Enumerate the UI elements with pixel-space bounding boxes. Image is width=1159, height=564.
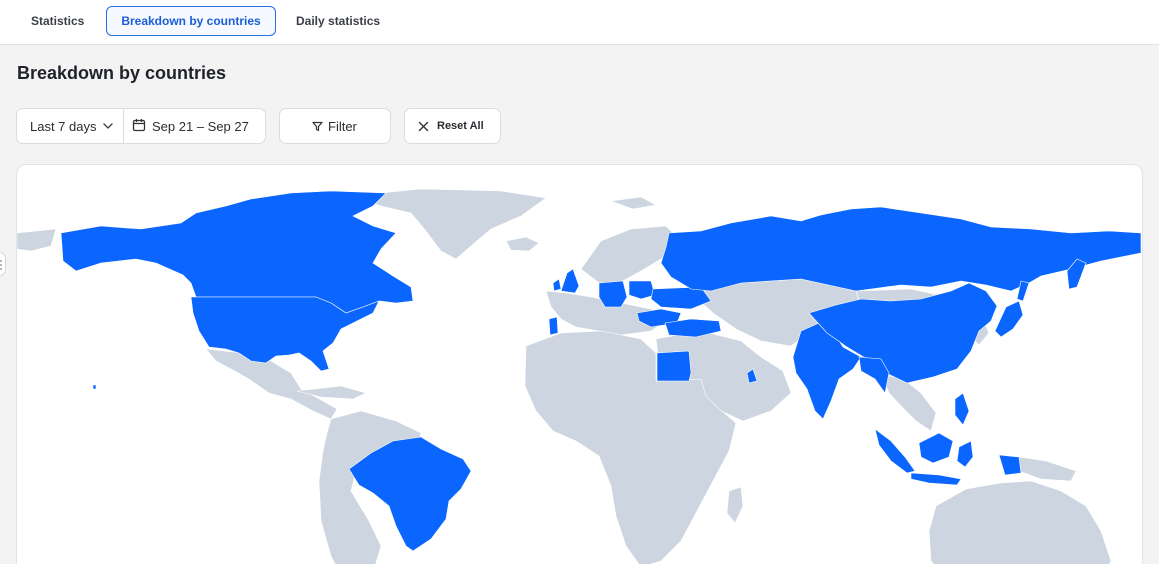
tab-bar: Statistics Breakdown by countries Daily … [0,0,1159,45]
date-range-control: Last 7 days Sep 21 – Sep 27 [16,108,266,144]
japan [994,300,1024,338]
united-kingdom [560,268,580,294]
world-map-card [16,164,1143,564]
canada [60,190,414,314]
date-range-label: Sep 21 – Sep 27 [152,119,249,134]
arctic-islands [610,196,657,210]
chevron-down-icon [103,123,113,129]
borneo [918,432,954,464]
philippines [954,392,970,426]
side-drag-handle[interactable] [0,252,6,276]
tab-breakdown-by-countries[interactable]: Breakdown by countries [106,6,276,36]
hawaii [92,384,97,390]
tab-daily-statistics[interactable]: Daily statistics [283,6,393,36]
madagascar [726,486,744,524]
portugal [548,316,559,336]
germany [598,280,628,308]
filter-icon [312,121,323,132]
new-guinea [1012,455,1077,482]
papua-indonesia [998,454,1022,476]
ireland [552,278,562,292]
java [910,472,962,486]
reset-all-button[interactable]: Reset All [404,108,501,144]
range-preset-label: Last 7 days [30,119,97,134]
reset-all-label: Reset All [437,120,484,132]
alaska-west [17,228,57,252]
sumatra [874,428,916,474]
egypt [656,350,692,382]
poland [628,280,656,300]
australia [928,480,1112,564]
tab-statistics[interactable]: Statistics [18,6,97,36]
sulawesi [956,440,974,468]
range-preset-select[interactable]: Last 7 days [17,109,123,143]
filter-label: Filter [328,119,357,134]
filter-button[interactable]: Filter [279,108,391,144]
close-icon [418,121,429,132]
world-map [17,188,1142,564]
calendar-icon [132,119,146,132]
iceland [505,236,540,252]
page-title: Breakdown by countries [17,63,227,83]
date-range-picker[interactable]: Sep 21 – Sep 27 [124,109,266,143]
